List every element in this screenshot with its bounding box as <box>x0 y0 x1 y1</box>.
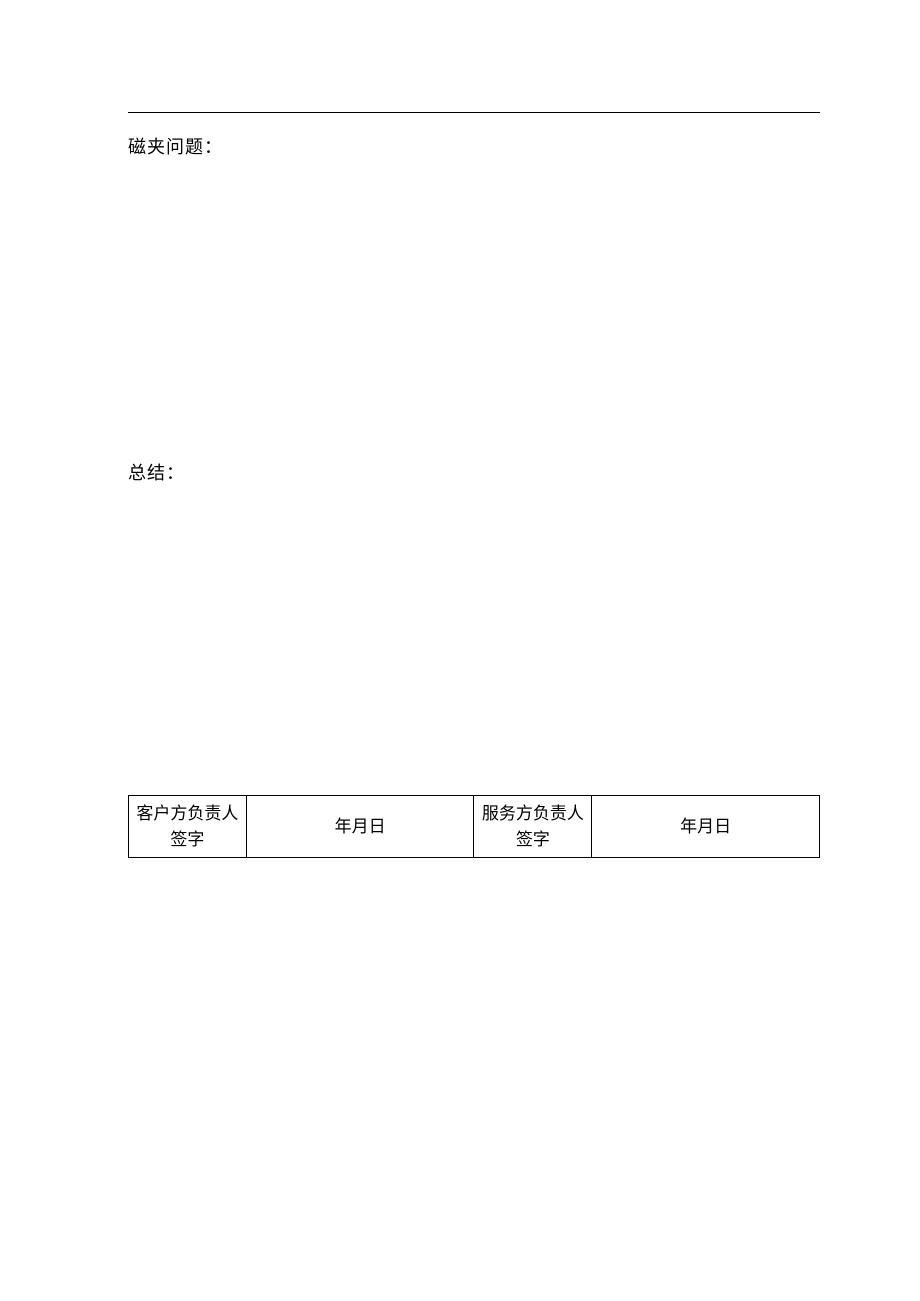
table-row: 客户方负责人签字 年月日 服务方负责人签字 年月日 <box>129 796 820 858</box>
signature-table: 客户方负责人签字 年月日 服务方负责人签字 年月日 <box>128 795 820 858</box>
summary-section-label: 总结： <box>128 459 820 485</box>
service-date-cell: 年月日 <box>592 796 820 858</box>
page-container: 磁夹问题： 总结： 客户方负责人签字 年月日 服务方负责人签字 年月日 <box>128 112 820 858</box>
client-date-cell: 年月日 <box>246 796 474 858</box>
client-signature-label: 客户方负责人签字 <box>129 796 247 858</box>
issue-section-label: 磁夹问题： <box>128 133 820 159</box>
service-signature-label: 服务方负责人签字 <box>474 796 592 858</box>
top-divider <box>128 112 820 113</box>
